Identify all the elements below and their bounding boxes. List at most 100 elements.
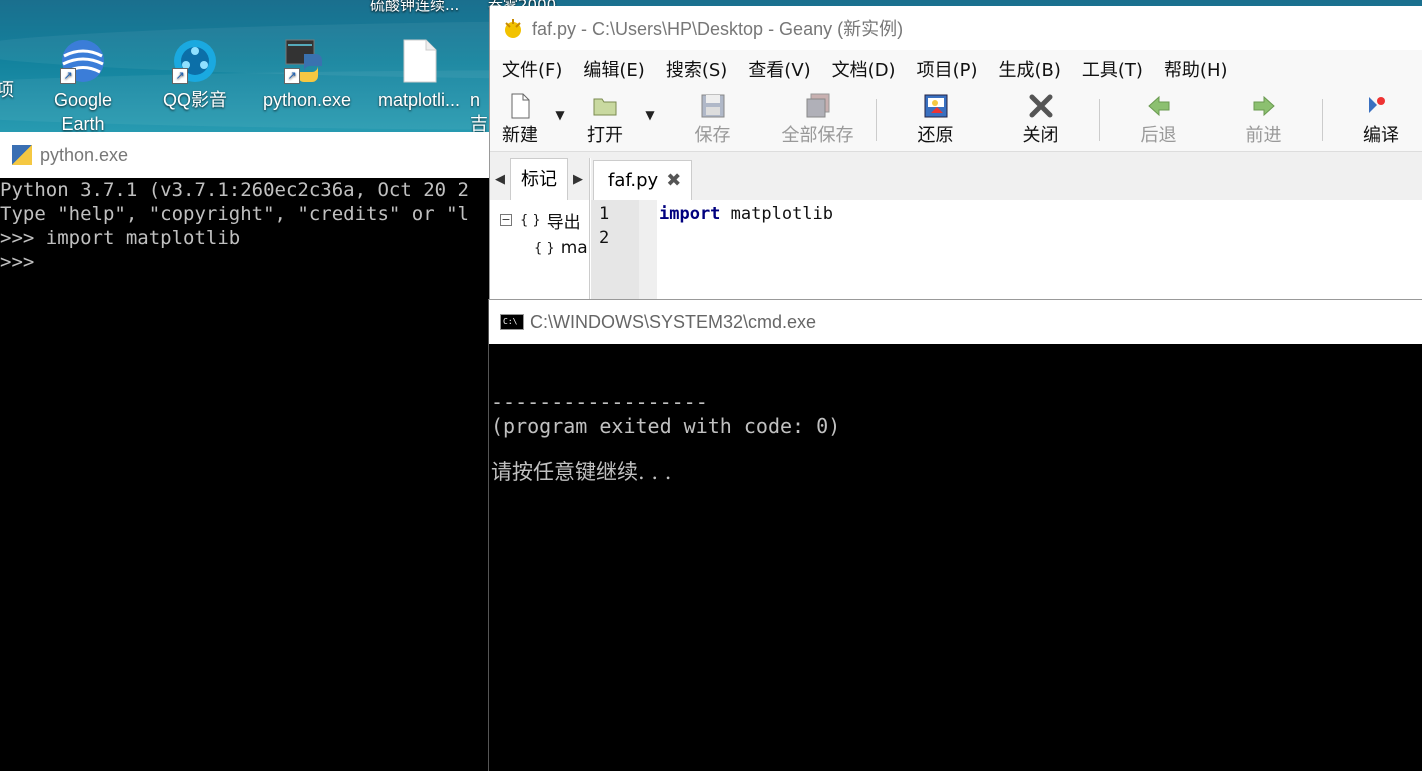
geany-window[interactable]: faf.py - C:\Users\HP\Desktop - Geany (新实… bbox=[489, 6, 1422, 300]
toolbar-label: 后退 bbox=[1140, 124, 1177, 146]
toolbar-label: 编译 bbox=[1363, 124, 1399, 146]
menu-search[interactable]: 搜索(S) bbox=[666, 56, 727, 82]
new-file-icon bbox=[507, 93, 533, 119]
shortcut-arrow-icon: ↗ bbox=[284, 68, 300, 84]
save-button[interactable]: 保存 bbox=[660, 89, 765, 151]
python-icon: ↗ bbox=[284, 38, 330, 84]
tree-item[interactable]: { } ma bbox=[490, 234, 589, 262]
forward-arrow-icon bbox=[1251, 93, 1277, 119]
document-tab[interactable]: faf.py ✖ bbox=[593, 160, 693, 200]
geany-toolbar: 新建 ▼ 打开 ▼ 保存 全部保存 还原 关闭 后退 前进 编译 bbox=[490, 88, 1422, 152]
cmd-titlebar[interactable]: C:\ C:\WINDOWS\SYSTEM32\cmd.exe bbox=[489, 300, 1422, 344]
geany-menubar: 文件(F) 编辑(E) 搜索(S) 查看(V) 文档(D) 项目(P) 生成(B… bbox=[490, 50, 1422, 88]
collapse-icon[interactable]: − bbox=[500, 214, 512, 226]
toolbar-separator bbox=[1322, 98, 1323, 141]
toolbar-label: 前进 bbox=[1245, 124, 1282, 146]
tree-item[interactable]: − { } 导出 bbox=[490, 206, 589, 234]
python-window-titlebar[interactable]: python.exe bbox=[0, 132, 490, 178]
google-earth-icon: ↗ bbox=[60, 38, 106, 84]
tab-symbols[interactable]: 标记 bbox=[510, 158, 568, 200]
new-dropdown-icon[interactable]: ▼ bbox=[550, 108, 570, 122]
toolbar-separator bbox=[876, 98, 877, 141]
code-editor[interactable]: 1 2 import matplotlib bbox=[591, 200, 1422, 300]
window-title: C:\WINDOWS\SYSTEM32\cmd.exe bbox=[530, 311, 817, 332]
desktop-icon-clipped[interactable]: 项 bbox=[0, 78, 14, 102]
desktop-icon-label: QQ影音 bbox=[162, 90, 227, 110]
menu-view[interactable]: 查看(V) bbox=[748, 56, 810, 82]
menu-file[interactable]: 文件(F) bbox=[502, 56, 562, 82]
toolbar-label: 保存 bbox=[694, 124, 731, 146]
symbol-tree: − { } 导出 { } ma bbox=[490, 200, 589, 300]
cmd-window[interactable]: C:\ C:\WINDOWS\SYSTEM32\cmd.exe --------… bbox=[488, 299, 1422, 771]
console-line: ------------------ bbox=[491, 390, 708, 414]
compile-button[interactable]: 编译 bbox=[1329, 89, 1399, 151]
python-console-window[interactable]: python.exe Python 3.7.1 (v3.7.1:260ec2c3… bbox=[0, 132, 490, 771]
geany-app-icon bbox=[502, 17, 524, 39]
menu-edit[interactable]: 编辑(E) bbox=[583, 56, 644, 82]
desktop-icon-python[interactable]: ↗ python.exe bbox=[257, 38, 357, 112]
python-window-icon bbox=[12, 145, 32, 165]
console-line: >>> bbox=[0, 251, 35, 273]
open-button[interactable]: 打开 bbox=[570, 89, 640, 151]
file-icon bbox=[396, 38, 442, 84]
desktop-icon-matplotlib[interactable]: matplotli... bbox=[369, 38, 469, 112]
toolbar-label: 还原 bbox=[917, 124, 954, 146]
symbol-brace-icon: { } bbox=[520, 212, 541, 228]
desktop-icon-label: 项 bbox=[0, 80, 14, 100]
close-tab-icon[interactable]: ✖ bbox=[666, 170, 681, 191]
console-line: 请按任意键继续. . . bbox=[491, 460, 672, 484]
desktop-icon-label: matplotli... bbox=[377, 90, 461, 110]
tab-scroll-left-icon[interactable]: ◀ bbox=[490, 172, 510, 187]
close-button[interactable]: 关闭 bbox=[988, 89, 1093, 151]
cmd-icon: C:\ bbox=[500, 314, 524, 330]
shortcut-arrow-icon: ↗ bbox=[172, 68, 188, 84]
open-dropdown-icon[interactable]: ▼ bbox=[640, 108, 660, 122]
revert-button[interactable]: 还原 bbox=[883, 89, 988, 151]
desktop-icon-google-earth[interactable]: ↗ Google Earth bbox=[33, 38, 133, 136]
shortcut-arrow-icon: ↗ bbox=[60, 68, 76, 84]
toolbar-label: 打开 bbox=[587, 124, 623, 146]
sidebar-panel: ◀ 标记 ▶ − { } 导出 { } ma bbox=[490, 158, 590, 300]
symbol-brace-icon: { } bbox=[534, 240, 555, 256]
new-button[interactable]: 新建 bbox=[490, 89, 550, 151]
document-tab-label: faf.py bbox=[608, 170, 659, 191]
menu-project[interactable]: 项目(P) bbox=[917, 56, 978, 82]
back-button[interactable]: 后退 bbox=[1106, 89, 1211, 151]
qq-player-icon: ↗ bbox=[172, 38, 218, 84]
fold-margin[interactable] bbox=[639, 200, 657, 300]
save-all-button[interactable]: 全部保存 bbox=[765, 89, 870, 151]
line-number: 1 bbox=[599, 204, 610, 224]
console-line: >>> import matplotlib bbox=[0, 227, 241, 249]
forward-button[interactable]: 前进 bbox=[1211, 89, 1316, 151]
save-all-icon bbox=[805, 93, 831, 119]
back-arrow-icon bbox=[1146, 93, 1172, 119]
revert-icon bbox=[923, 93, 949, 119]
geany-titlebar[interactable]: faf.py - C:\Users\HP\Desktop - Geany (新实… bbox=[490, 6, 1422, 50]
code-keyword: import bbox=[659, 204, 721, 224]
toolbar-label: 新建 bbox=[502, 124, 538, 146]
tree-item-label: ma bbox=[560, 238, 588, 258]
toolbar-label: 关闭 bbox=[1022, 124, 1059, 146]
code-text[interactable]: import matplotlib bbox=[657, 200, 833, 300]
desktop-icon-label: Google bbox=[53, 90, 113, 110]
line-number-gutter: 1 2 bbox=[591, 200, 639, 300]
document-tabbar: faf.py ✖ bbox=[591, 158, 1422, 200]
tab-scroll-right-icon[interactable]: ▶ bbox=[568, 172, 588, 187]
open-folder-icon bbox=[592, 93, 618, 119]
menu-help[interactable]: 帮助(H) bbox=[1164, 56, 1228, 82]
toolbar-label: 全部保存 bbox=[781, 124, 854, 146]
compile-icon bbox=[1363, 93, 1389, 119]
window-title: faf.py - C:\Users\HP\Desktop - Geany (新实… bbox=[532, 19, 904, 39]
python-console-output[interactable]: Python 3.7.1 (v3.7.1:260ec2c36a, Oct 20 … bbox=[0, 178, 490, 274]
console-line: (program exited with code: 0) bbox=[491, 414, 841, 438]
desktop-top-label[interactable]: 硫酸钾连续... bbox=[370, 0, 459, 15]
code-token: matplotlib bbox=[720, 204, 834, 224]
desktop-icon-qq-player[interactable]: ↗ QQ影音 bbox=[145, 38, 245, 112]
menu-build[interactable]: 生成(B) bbox=[998, 56, 1060, 82]
save-icon bbox=[700, 93, 726, 119]
cmd-console-output[interactable]: ------------------ (program exited with c… bbox=[489, 344, 1422, 484]
menu-tools[interactable]: 工具(T) bbox=[1082, 56, 1143, 82]
console-line: Type "help", "copyright", "credits" or "… bbox=[0, 203, 469, 225]
menu-document[interactable]: 文档(D) bbox=[832, 56, 896, 82]
desktop-icon-label: python.exe bbox=[262, 90, 352, 110]
